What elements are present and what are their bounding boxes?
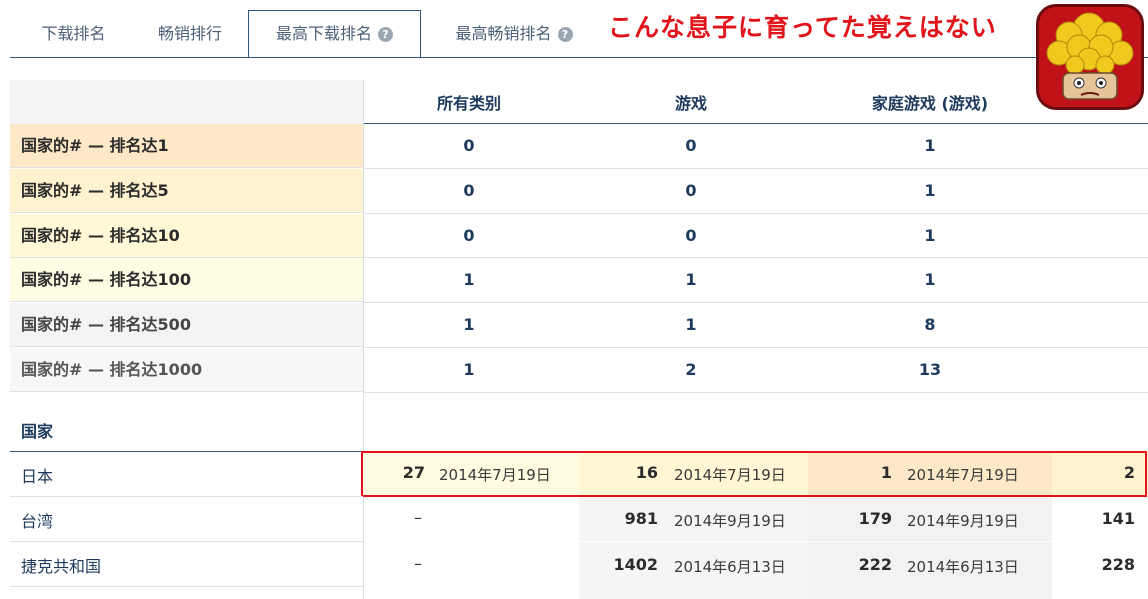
rank-value: 1 [924, 136, 936, 155]
row-divider [363, 257, 1148, 258]
tab-label: 畅销排行 [157, 24, 222, 43]
column-header-games: 游戏 [674, 94, 707, 113]
country-name[interactable]: 台湾 [21, 508, 53, 532]
row-divider [363, 392, 1148, 393]
rank-date: 2014年6月13日 [907, 558, 1019, 576]
rank-row-label: 国家的# — 排名达10 [10, 214, 363, 258]
question-circle-icon[interactable]: ? [557, 27, 573, 42]
country-name[interactable]: 日本 [21, 463, 53, 487]
rank-value: 1 [924, 181, 936, 200]
rank-value: 1 [463, 360, 475, 379]
rank-number: – [414, 508, 422, 527]
rank-number: 179 [858, 509, 892, 528]
tab-peak-grossing-rank[interactable]: 最高畅销排名? [428, 12, 600, 58]
header-divider [363, 123, 1148, 124]
rank-row-label: 国家的# — 排名达1000 [10, 348, 363, 392]
row-divider [10, 541, 363, 542]
rank-value: 0 [685, 136, 697, 155]
rank-number: 222 [858, 555, 892, 574]
section-divider [10, 451, 363, 452]
rank-value: 2 [685, 360, 697, 379]
rank-number: 981 [624, 509, 658, 528]
rank-value: 1 [685, 315, 697, 334]
annotation-caption: こんな息子に育ってた覚えはない [608, 13, 997, 42]
rank-value: 0 [463, 136, 475, 155]
rank-number: – [414, 554, 422, 573]
row-divider [363, 168, 1148, 169]
country-name[interactable]: 捷克共和国 [21, 553, 101, 577]
lion-face-icon [1039, 7, 1141, 107]
country-section-title: 国家 [21, 422, 54, 441]
question-circle-icon[interactable]: ? [378, 27, 393, 42]
rank-value: 0 [685, 181, 697, 200]
row-divider [363, 213, 1148, 214]
tab-label: 最高畅销排名 [455, 24, 552, 43]
rank-row-label: 国家的# — 排名达5 [10, 169, 363, 213]
row-divider [363, 302, 1148, 303]
rank-value: 0 [463, 226, 475, 245]
rank-row-label: 国家的# — 排名达500 [10, 303, 363, 347]
rank-row-label: 国家的# — 排名达1 [10, 124, 363, 168]
tab-underline [10, 57, 1148, 58]
row-divider [10, 496, 363, 497]
row-divider [10, 586, 363, 587]
table-corner-cell [10, 80, 363, 124]
rank-number: 141 [1101, 509, 1135, 528]
tab-bar: 下载排名 畅销排行 最高下载排名? 最高畅销排名? こんな息子に育ってた覚えはな… [0, 0, 1148, 59]
column-header-all-categories: 所有类别 [436, 94, 501, 113]
column-header-family-games: 家庭游戏 (游戏) [871, 94, 989, 113]
rank-value: 0 [685, 226, 697, 245]
rank-row-label: 国家的# — 排名达100 [10, 258, 363, 302]
rank-value: 1 [924, 226, 936, 245]
row-divider [363, 347, 1148, 348]
rank-value: 8 [924, 315, 936, 334]
tab-label: 下载排名 [41, 24, 106, 43]
tab-download-rank[interactable]: 下载排名 [16, 12, 131, 58]
rank-value: 1 [685, 270, 697, 289]
tab-peak-download-rank[interactable]: 最高下载排名? [248, 10, 421, 58]
rank-value: 0 [463, 181, 475, 200]
app-icon [1036, 4, 1144, 110]
rank-value: 13 [918, 360, 942, 379]
tab-label: 最高下载排名 [275, 24, 372, 43]
highlight-box [361, 451, 1147, 497]
rank-date: 2014年6月13日 [674, 558, 786, 576]
column-divider [363, 80, 364, 599]
rank-number: 1402 [613, 555, 658, 574]
rank-value: 1 [924, 270, 936, 289]
rank-value: 1 [463, 315, 475, 334]
rank-date: 2014年9月19日 [907, 512, 1019, 530]
rank-number: 228 [1101, 555, 1135, 574]
tab-top-grossing[interactable]: 畅销排行 [134, 12, 246, 58]
rank-date: 2014年9月19日 [674, 512, 786, 530]
rank-value: 1 [463, 270, 475, 289]
